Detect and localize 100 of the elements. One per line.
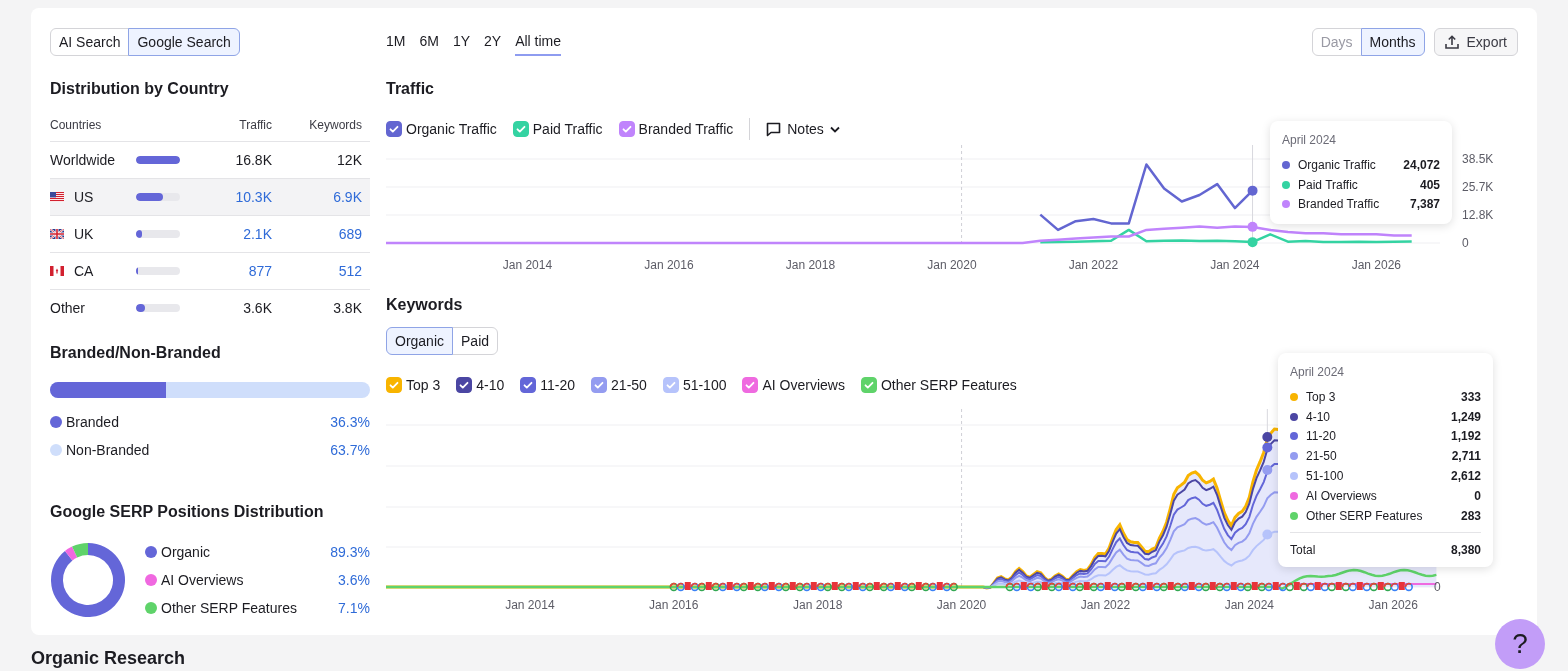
- keywords-cell-text: 3.8K: [332, 300, 362, 316]
- x-axis-label: Jan 2018: [793, 598, 843, 612]
- y-axis-label: 0: [1462, 236, 1469, 250]
- legend-label[interactable]: 21-50: [611, 377, 647, 393]
- section-title: Organic Research: [31, 647, 187, 669]
- x-axis-label: Jan 2024: [1210, 258, 1260, 272]
- country-name: US: [74, 189, 94, 205]
- legend-label[interactable]: Top 3: [406, 377, 441, 393]
- table-row[interactable]: UK 2.1K 689: [50, 216, 370, 253]
- section-title: Keywords: [386, 295, 464, 315]
- column-header: Traffic: [238, 118, 272, 132]
- segment-tab[interactable]: Months: [1360, 28, 1425, 56]
- tooltip-label: Paid Traffic: [1298, 177, 1359, 192]
- x-axis-label: Jan 2026: [1351, 258, 1402, 272]
- column-header: Keywords: [308, 118, 362, 132]
- traffic-cell[interactable]: 877: [186, 263, 272, 279]
- table-row[interactable]: Other 3.6K 3.8K: [50, 290, 370, 326]
- section-title: Branded/Non-Branded: [50, 343, 222, 363]
- tooltip-label: Organic Traffic: [1298, 157, 1377, 172]
- percentage: 63.7%: [330, 442, 370, 458]
- y-axis-label: 38.5K: [1462, 152, 1494, 166]
- section-title: Google SERP Positions Distribution: [50, 502, 325, 522]
- country-name: Worldwide: [50, 152, 116, 168]
- tooltip-label: Other SERP Features: [1306, 508, 1424, 523]
- x-axis-label: Jan 2026: [1368, 598, 1418, 612]
- legend-label[interactable]: 51-100: [682, 377, 727, 393]
- table-row[interactable]: CA 877 512: [50, 253, 370, 290]
- keywords-cell[interactable]: 6.9K: [272, 189, 362, 205]
- x-axis-label: Jan 2016: [644, 258, 694, 272]
- period-tab[interactable]: 1M: [386, 28, 406, 56]
- tooltip-label: 4-10: [1306, 409, 1332, 424]
- tooltip-label: Total: [1290, 542, 1316, 557]
- country-name: CA: [74, 263, 94, 279]
- tooltip-label: AI Overviews: [1306, 488, 1378, 503]
- tooltip-label: Top 3: [1306, 389, 1337, 404]
- notes-button[interactable]: Notes: [766, 121, 840, 137]
- period-tab[interactable]: 6M: [419, 28, 439, 56]
- x-axis-label: Jan 2020: [927, 258, 977, 272]
- tooltip-label: 51-100: [1306, 469, 1345, 484]
- column-header: Countries: [50, 118, 103, 132]
- keywords-cell[interactable]: 689: [272, 226, 362, 242]
- legend-label: Non-Branded: [66, 442, 150, 458]
- x-axis-label: Jan 2014: [505, 598, 555, 612]
- legend-label[interactable]: Organic Traffic: [406, 121, 497, 137]
- percentage: 3.6%: [338, 572, 370, 588]
- legend-label: Organic: [161, 544, 211, 560]
- tooltip-value: 7,387: [1409, 197, 1440, 212]
- legend-label: Branded: [66, 414, 119, 430]
- section-title: Distribution by Country: [50, 79, 230, 99]
- legend-label[interactable]: AI Overviews: [762, 377, 845, 393]
- x-axis-label: Jan 2020: [936, 598, 987, 612]
- percentage: 36.3%: [330, 414, 370, 430]
- tooltip-value: 333: [1460, 389, 1481, 404]
- segment-tab[interactable]: Google Search: [128, 28, 240, 56]
- legend-label[interactable]: 4-10: [476, 377, 505, 393]
- legend-label[interactable]: Branded Traffic: [638, 121, 734, 137]
- legend-label[interactable]: 11-20: [540, 377, 576, 393]
- period-tab[interactable]: 1Y: [452, 28, 471, 56]
- y-axis-label: 25.7K: [1462, 180, 1494, 194]
- percentage: 7.1%: [338, 600, 370, 616]
- tooltip-value: 2,612: [1450, 469, 1481, 484]
- export-button[interactable]: Export: [1433, 28, 1518, 56]
- help-button[interactable]: ?: [1495, 619, 1545, 669]
- country-name: UK: [74, 226, 94, 242]
- tooltip-title: April 2024: [1282, 133, 1338, 147]
- x-axis-label: Jan 2024: [1224, 598, 1275, 612]
- x-axis-label: Jan 2022: [1068, 258, 1119, 272]
- tooltip-value: 0: [1474, 488, 1481, 503]
- tooltip-value: 283: [1460, 508, 1481, 523]
- tooltip-value: 8,380: [1450, 542, 1481, 557]
- legend-label[interactable]: Paid Traffic: [532, 121, 603, 137]
- keywords-cell[interactable]: 512: [272, 263, 362, 279]
- tooltip-title: April 2024: [1290, 365, 1346, 379]
- traffic-cell[interactable]: 2.1K: [186, 226, 272, 242]
- legend-label[interactable]: Other SERP Features: [880, 377, 1017, 393]
- country-name: Other: [50, 300, 85, 316]
- segment-tab[interactable]: Paid: [452, 327, 499, 355]
- percentage: 89.3%: [330, 544, 370, 560]
- y-axis-label: 12.8K: [1462, 208, 1494, 222]
- traffic-cell-text: 3.6K: [242, 300, 272, 316]
- segment-tab[interactable]: Organic: [386, 327, 454, 355]
- x-axis-label: Jan 2022: [1080, 598, 1131, 612]
- period-tab[interactable]: All time: [515, 28, 562, 56]
- y-axis-label: 0: [1434, 580, 1441, 594]
- segment-tab[interactable]: AI Search: [50, 28, 130, 56]
- x-axis-label: Jan 2018: [785, 258, 836, 272]
- tooltip-label: Branded Traffic: [1298, 197, 1381, 212]
- traffic-cell-text: 16.8K: [234, 152, 272, 168]
- tooltip-label: 11-20: [1306, 429, 1337, 444]
- traffic-cell[interactable]: 10.3K: [186, 189, 272, 205]
- tooltip-value: 1,192: [1450, 429, 1481, 444]
- tooltip-value: 24,072: [1403, 157, 1440, 172]
- tooltip-label: 21-50: [1306, 449, 1338, 464]
- legend-label: Other SERP Features: [161, 600, 297, 616]
- table-row[interactable]: US 10.3K 6.9K: [50, 179, 370, 216]
- section-title: Traffic: [386, 79, 435, 99]
- x-axis-label: Jan 2016: [649, 598, 699, 612]
- keywords-cell-text: 12K: [336, 152, 362, 168]
- period-tab[interactable]: 2Y: [484, 28, 502, 56]
- x-axis-label: Jan 2014: [502, 258, 553, 272]
